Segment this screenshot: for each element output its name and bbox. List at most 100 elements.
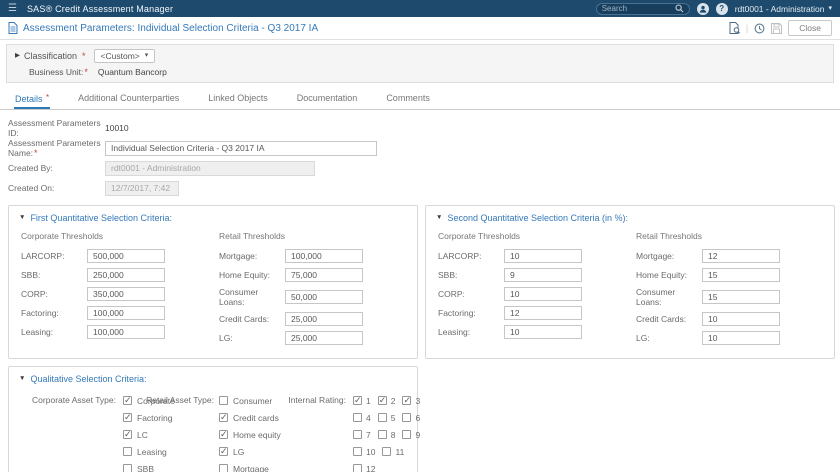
checkbox-item-lg[interactable]: LG [219,443,281,460]
checkbox-item-lc[interactable]: LC [123,426,175,443]
first-quantitative-panel: ▼ First Quantitative Selection Criteria:… [8,205,418,359]
checkbox-item-rating-1[interactable]: 1 [353,395,371,406]
first-corp-input[interactable] [87,287,165,301]
checkbox[interactable] [219,446,228,457]
second-mortgage-input[interactable] [702,249,780,263]
checkbox-item-sbb[interactable]: SBB [123,460,175,472]
checkbox[interactable] [219,429,228,440]
second-sbb-input[interactable] [504,268,582,282]
retail-thresholds-header: Retail Thresholds [636,231,702,241]
checkbox-item-rating-3[interactable]: 3 [402,395,420,406]
checkbox-item-home-equity[interactable]: Home equity [219,426,281,443]
checkbox-label: 7 [366,429,371,440]
checkbox[interactable] [402,430,412,439]
first-home-equity-input[interactable] [285,268,363,282]
second-consumer-loans-input[interactable] [702,290,780,304]
lg-label: LG: [636,333,650,343]
first-credit-cards-input[interactable] [285,312,363,326]
history-icon[interactable] [754,23,765,34]
checkbox-label: Credit cards [233,412,279,423]
checkbox[interactable] [402,395,412,406]
checkbox[interactable] [377,430,387,439]
search-box[interactable] [595,2,690,15]
tab-linked-objects[interactable]: Linked Objects [207,89,269,109]
expand-triangle-icon[interactable]: ▶ [15,52,20,59]
second-leasing-input[interactable] [504,325,582,339]
classification-dropdown[interactable]: <Custom> ▾ [93,48,156,63]
first-larcorp-input[interactable] [87,249,165,263]
search-input[interactable] [601,4,675,13]
classification-panel: ▶ Classification * <Custom> ▾ Business U… [6,44,834,83]
checkbox[interactable] [377,395,387,406]
checkbox[interactable] [123,447,132,456]
sbb-label: SBB: [21,270,41,280]
user-icon[interactable] [696,2,709,15]
checkbox-item-rating-9[interactable]: 9 [402,430,420,440]
collapse-triangle-icon[interactable]: ▼ [436,214,442,221]
search-icon[interactable] [675,4,684,13]
checkbox-label: Mortgage [233,463,269,472]
checkbox-item-rating-6[interactable]: 6 [402,413,420,423]
checkbox-item-rating-8[interactable]: 8 [377,430,395,440]
tab-documentation[interactable]: Documentation [296,89,359,109]
checkbox[interactable] [353,464,362,472]
checkbox[interactable] [219,396,228,405]
collapse-triangle-icon[interactable]: ▼ [19,214,25,221]
checkbox-item-rating-5[interactable]: 5 [377,413,395,423]
checkbox-item-rating-7[interactable]: 7 [353,430,371,440]
checkbox-item-mortgage[interactable]: Mortgage [219,460,281,472]
checkbox[interactable] [123,429,132,440]
checkbox[interactable] [353,413,362,422]
second-quantitative-panel: ▼ Second Quantitative Selection Criteria… [425,205,835,359]
first-factoring-input[interactable] [87,306,165,320]
checkbox-item-leasing[interactable]: Leasing [123,443,175,460]
checkbox[interactable] [353,447,362,456]
checkbox[interactable] [219,412,228,423]
checkbox[interactable] [353,430,362,439]
checkbox-item-rating-10[interactable]: 10 [353,447,375,457]
checkbox-item-rating-4[interactable]: 4 [353,413,371,423]
second-factoring-input[interactable] [504,306,582,320]
second-lg-input[interactable] [702,331,780,345]
close-button[interactable]: Close [788,20,832,36]
help-icon[interactable]: ? [715,2,728,15]
first-sbb-input[interactable] [87,268,165,282]
leasing-label: Leasing: [438,327,471,337]
app-title: SAS® Credit Assessment Manager [26,3,174,14]
second-credit-cards-input[interactable] [702,312,780,326]
checkbox[interactable] [353,395,362,406]
hamburger-menu-icon[interactable]: ☰ [8,3,17,14]
checkbox-item-credit-cards[interactable]: Credit cards [219,409,281,426]
collapse-triangle-icon[interactable]: ▼ [19,375,25,382]
checkbox-item-factoring[interactable]: Factoring [123,409,175,426]
checkbox-item-rating-2[interactable]: 2 [377,395,395,406]
checkbox[interactable] [123,464,132,472]
preview-icon[interactable] [729,22,740,34]
first-consumer-loans-input[interactable] [285,290,363,304]
checkbox[interactable] [123,412,132,423]
second-corp-input[interactable] [504,287,582,301]
tab-additional-counterparties[interactable]: Additional Counterparties [77,89,180,109]
assessment-name-input[interactable] [105,140,377,156]
business-unit-label: Business Unit: [29,66,84,77]
checkbox-item-rating-12[interactable]: 12 [353,464,375,472]
second-larcorp-input[interactable] [504,249,582,263]
checkbox-label: Leasing [137,446,167,457]
first-leasing-input[interactable] [87,325,165,339]
tab-details[interactable]: Details * [14,89,51,109]
checkbox[interactable] [219,464,228,472]
tab-comments[interactable]: Comments [385,89,431,109]
save-icon[interactable] [771,22,783,34]
checkbox[interactable] [377,413,387,422]
checkbox-item-rating-11[interactable]: 11 [382,447,404,457]
first-lg-input[interactable] [285,331,363,345]
user-menu[interactable]: rdt0001 - Administration ▾ [735,4,832,14]
assessment-name-label: Assessment Parameters Name:* [8,138,101,158]
classification-dropdown-value: <Custom> [100,50,140,61]
checkbox[interactable] [382,447,392,456]
first-mortgage-input[interactable] [285,249,363,263]
object-title-bar: Assessment Parameters: Individual Select… [0,17,840,40]
created-by-field [105,160,315,176]
checkbox[interactable] [402,413,412,422]
second-home-equity-input[interactable] [702,268,780,282]
